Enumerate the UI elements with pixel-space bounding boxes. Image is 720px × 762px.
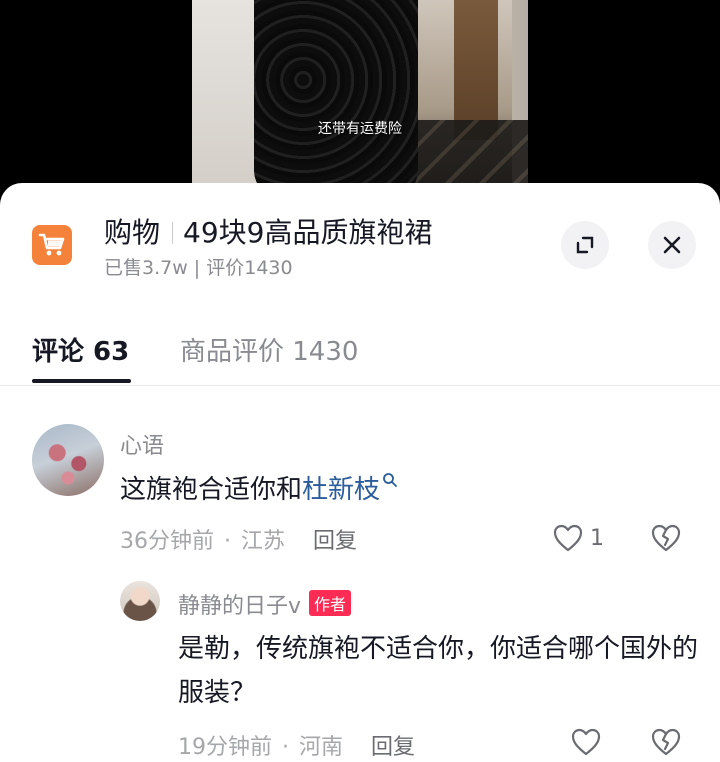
product-title: 49块9高品质旗袍裙 (183, 216, 433, 249)
comment-sheet: 购物 49块9高品质旗袍裙 已售3.7w | 评价1430 评论 63 商品评价 … (0, 183, 720, 762)
tab-comments[interactable]: 评论 63 (32, 331, 129, 368)
reply-username-row[interactable]: 静静的日子v 作者 (178, 588, 352, 620)
title-separator (172, 222, 174, 244)
comment-username: 静静的日子v (178, 594, 302, 619)
tab-bar: 评论 63 商品评价 1430 (0, 323, 720, 385)
expand-icon (576, 236, 594, 254)
tab-product-reviews[interactable]: 商品评价 1430 (180, 331, 358, 368)
meta-dot: · (282, 735, 289, 760)
avatar[interactable] (32, 424, 104, 496)
expand-button[interactable] (561, 221, 609, 269)
video-player[interactable]: 还带有运费险 (0, 0, 720, 200)
like-button[interactable] (570, 727, 602, 757)
shopping-cart-icon[interactable] (32, 225, 72, 265)
mention-link[interactable]: 杜新枝 (302, 475, 380, 505)
comment-meta: 19分钟前 · 河南 回复 (178, 729, 415, 761)
reply-button[interactable]: 回复 (371, 735, 415, 760)
reply-button[interactable]: 回复 (313, 529, 357, 554)
close-icon (663, 236, 681, 254)
comment-meta: 36分钟前 · 江苏 回复 (120, 523, 357, 555)
video-frame (192, 0, 528, 200)
comment-username[interactable]: 心语 (120, 428, 164, 460)
like-button[interactable]: 1 (552, 523, 604, 553)
comment-location: 河南 (299, 735, 344, 760)
video-subtitle: 还带有运费险 (318, 121, 402, 137)
comment-text-body: 这旗袍合适你和 (120, 475, 303, 505)
wall (192, 0, 262, 200)
close-button[interactable] (648, 221, 696, 269)
search-icon (383, 473, 397, 487)
broken-heart-icon (651, 524, 681, 552)
broken-heart-icon (651, 728, 681, 756)
product-header[interactable]: 购物 49块9高品质旗袍裙 (104, 211, 432, 251)
product-category: 购物 (104, 216, 161, 249)
dress (254, 0, 418, 200)
like-count: 1 (590, 525, 604, 551)
comment-text[interactable]: 是勒，传统旗袍不适合你，你适合哪个国外的服装？ (178, 627, 698, 715)
meta-dot: · (224, 529, 231, 554)
comment-text[interactable]: 这旗袍合适你和杜新枝 (120, 468, 398, 512)
author-badge: 作者 (309, 590, 352, 616)
comment-time: 19分钟前 (178, 735, 272, 760)
heart-icon (571, 728, 601, 756)
tab-divider (0, 385, 720, 386)
avatar[interactable] (120, 581, 160, 621)
dislike-button[interactable] (650, 523, 682, 553)
comment-time: 36分钟前 (120, 529, 214, 554)
comment-location: 江苏 (241, 529, 286, 554)
dislike-button[interactable] (650, 727, 682, 757)
product-stats: 已售3.7w | 评价1430 (104, 257, 293, 279)
active-tab-indicator (32, 379, 131, 383)
heart-icon (553, 524, 583, 552)
